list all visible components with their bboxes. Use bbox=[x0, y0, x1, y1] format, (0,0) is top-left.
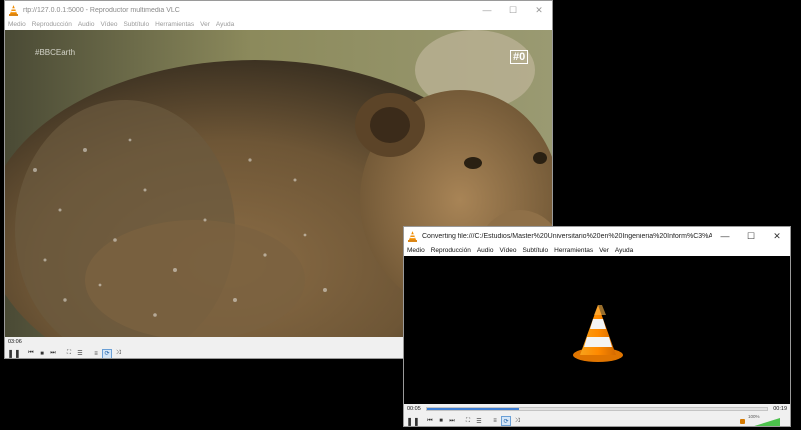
menu-medio[interactable]: Medio bbox=[8, 21, 26, 28]
elapsed-time: 03:06 bbox=[8, 339, 22, 345]
equalizer-icon: ☰ bbox=[77, 351, 83, 357]
playlist-button[interactable]: ≡ bbox=[490, 416, 500, 426]
speaker-icon[interactable] bbox=[740, 419, 745, 424]
volume-control[interactable]: 100% bbox=[740, 414, 784, 427]
menu-reproduccion[interactable]: Reproducción bbox=[32, 21, 72, 28]
previous-button[interactable]: ⏮ bbox=[425, 416, 435, 426]
menu-subtitulo[interactable]: Subtítulo bbox=[522, 247, 548, 254]
menu-herramientas[interactable]: Herramientas bbox=[155, 21, 194, 28]
minimize-button[interactable]: — bbox=[712, 227, 738, 245]
loop-icon: ⟳ bbox=[503, 418, 509, 425]
menu-ver[interactable]: Ver bbox=[599, 247, 609, 254]
watermark-channel-logo: #0 bbox=[510, 50, 529, 64]
close-button[interactable]: ✕ bbox=[764, 227, 790, 245]
title-bar[interactable]: Converting file:///C:/Estudios/Master%20… bbox=[404, 227, 790, 245]
stop-button[interactable]: ■ bbox=[436, 416, 446, 426]
next-button[interactable]: ⏭ bbox=[447, 416, 457, 426]
stop-icon: ■ bbox=[439, 418, 443, 424]
previous-icon: ⏮ bbox=[28, 350, 34, 356]
playlist-button[interactable]: ≡ bbox=[91, 349, 101, 359]
menu-ayuda[interactable]: Ayuda bbox=[615, 247, 633, 254]
pause-button[interactable]: ❚❚ bbox=[406, 415, 420, 426]
shuffle-button[interactable]: ⤨ bbox=[113, 349, 123, 359]
window-title: rtp://127.0.0.1:5000 - Reproductor multi… bbox=[23, 6, 180, 14]
pause-button[interactable]: ❚❚ bbox=[7, 348, 21, 358]
next-icon: ⏭ bbox=[50, 350, 56, 356]
elapsed-time: 00:05 bbox=[407, 406, 421, 412]
loop-icon: ⟳ bbox=[104, 351, 110, 357]
seek-progress bbox=[426, 408, 519, 410]
menu-reproduccion[interactable]: Reproducción bbox=[431, 247, 471, 254]
previous-icon: ⏮ bbox=[427, 417, 433, 424]
previous-button[interactable]: ⏮ bbox=[26, 349, 36, 359]
maximize-button[interactable]: ☐ bbox=[738, 227, 764, 245]
menu-video[interactable]: Vídeo bbox=[499, 247, 516, 254]
loop-button[interactable]: ⟳ bbox=[501, 416, 511, 426]
equalizer-icon: ☰ bbox=[476, 418, 482, 425]
pause-icon: ❚❚ bbox=[7, 349, 21, 358]
playback-toolbar: ❚❚ ⏮ ■ ⏭ ⛶ ☰ ≡ ⟳ ⤨ 100% bbox=[404, 414, 790, 427]
watermark-bbc-earth: #BBCEarth bbox=[35, 48, 76, 57]
next-icon: ⏭ bbox=[449, 417, 455, 424]
menu-video[interactable]: Vídeo bbox=[100, 21, 117, 28]
vlc-logo-icon bbox=[408, 230, 417, 242]
menu-bar: Medio Reproducción Audio Vídeo Subtítulo… bbox=[5, 19, 552, 30]
seek-slider[interactable] bbox=[425, 407, 769, 411]
seek-row: 00:05 00:19 bbox=[404, 404, 790, 414]
menu-audio[interactable]: Audio bbox=[477, 247, 494, 254]
playlist-icon: ≡ bbox=[94, 350, 98, 357]
stop-button[interactable]: ■ bbox=[37, 349, 47, 359]
close-button[interactable]: ✕ bbox=[526, 1, 552, 19]
menu-audio[interactable]: Audio bbox=[78, 21, 95, 28]
loop-button[interactable]: ⟳ bbox=[102, 348, 112, 358]
menu-ver[interactable]: Ver bbox=[200, 21, 210, 28]
menu-medio[interactable]: Medio bbox=[407, 247, 425, 254]
fullscreen-icon: ⛶ bbox=[465, 417, 471, 424]
extended-settings-button[interactable]: ☰ bbox=[75, 349, 85, 359]
next-button[interactable]: ⏭ bbox=[48, 349, 58, 359]
menu-bar: Medio Reproducción Audio Vídeo Subtítulo… bbox=[404, 245, 790, 256]
extended-settings-button[interactable]: ☰ bbox=[474, 416, 484, 426]
fullscreen-button[interactable]: ⛶ bbox=[463, 416, 473, 426]
title-bar[interactable]: rtp://127.0.0.1:5000 - Reproductor multi… bbox=[5, 1, 552, 19]
fullscreen-icon: ⛶ bbox=[66, 350, 72, 356]
menu-ayuda[interactable]: Ayuda bbox=[216, 21, 234, 28]
window-title: Converting file:///C:/Estudios/Master%20… bbox=[422, 232, 712, 240]
menu-herramientas[interactable]: Herramientas bbox=[554, 247, 593, 254]
minimize-button[interactable]: — bbox=[474, 1, 500, 19]
stop-icon: ■ bbox=[40, 350, 44, 357]
playlist-icon: ≡ bbox=[493, 418, 497, 424]
maximize-button[interactable]: ☐ bbox=[500, 1, 526, 19]
shuffle-button[interactable]: ⤨ bbox=[512, 416, 522, 426]
total-time: 00:19 bbox=[773, 406, 787, 412]
menu-subtitulo[interactable]: Subtítulo bbox=[123, 21, 149, 28]
vlc-logo-icon bbox=[9, 4, 18, 16]
fullscreen-button[interactable]: ⛶ bbox=[64, 349, 74, 359]
pause-icon: ❚❚ bbox=[406, 416, 420, 426]
video-area[interactable] bbox=[404, 256, 790, 404]
vlc-cone-icon bbox=[573, 305, 623, 362]
shuffle-icon: ⤨ bbox=[514, 417, 520, 424]
vlc-window-converting[interactable]: Converting file:///C:/Estudios/Master%20… bbox=[403, 226, 791, 427]
volume-slider[interactable] bbox=[748, 418, 780, 427]
shuffle-icon: ⤨ bbox=[115, 350, 121, 356]
